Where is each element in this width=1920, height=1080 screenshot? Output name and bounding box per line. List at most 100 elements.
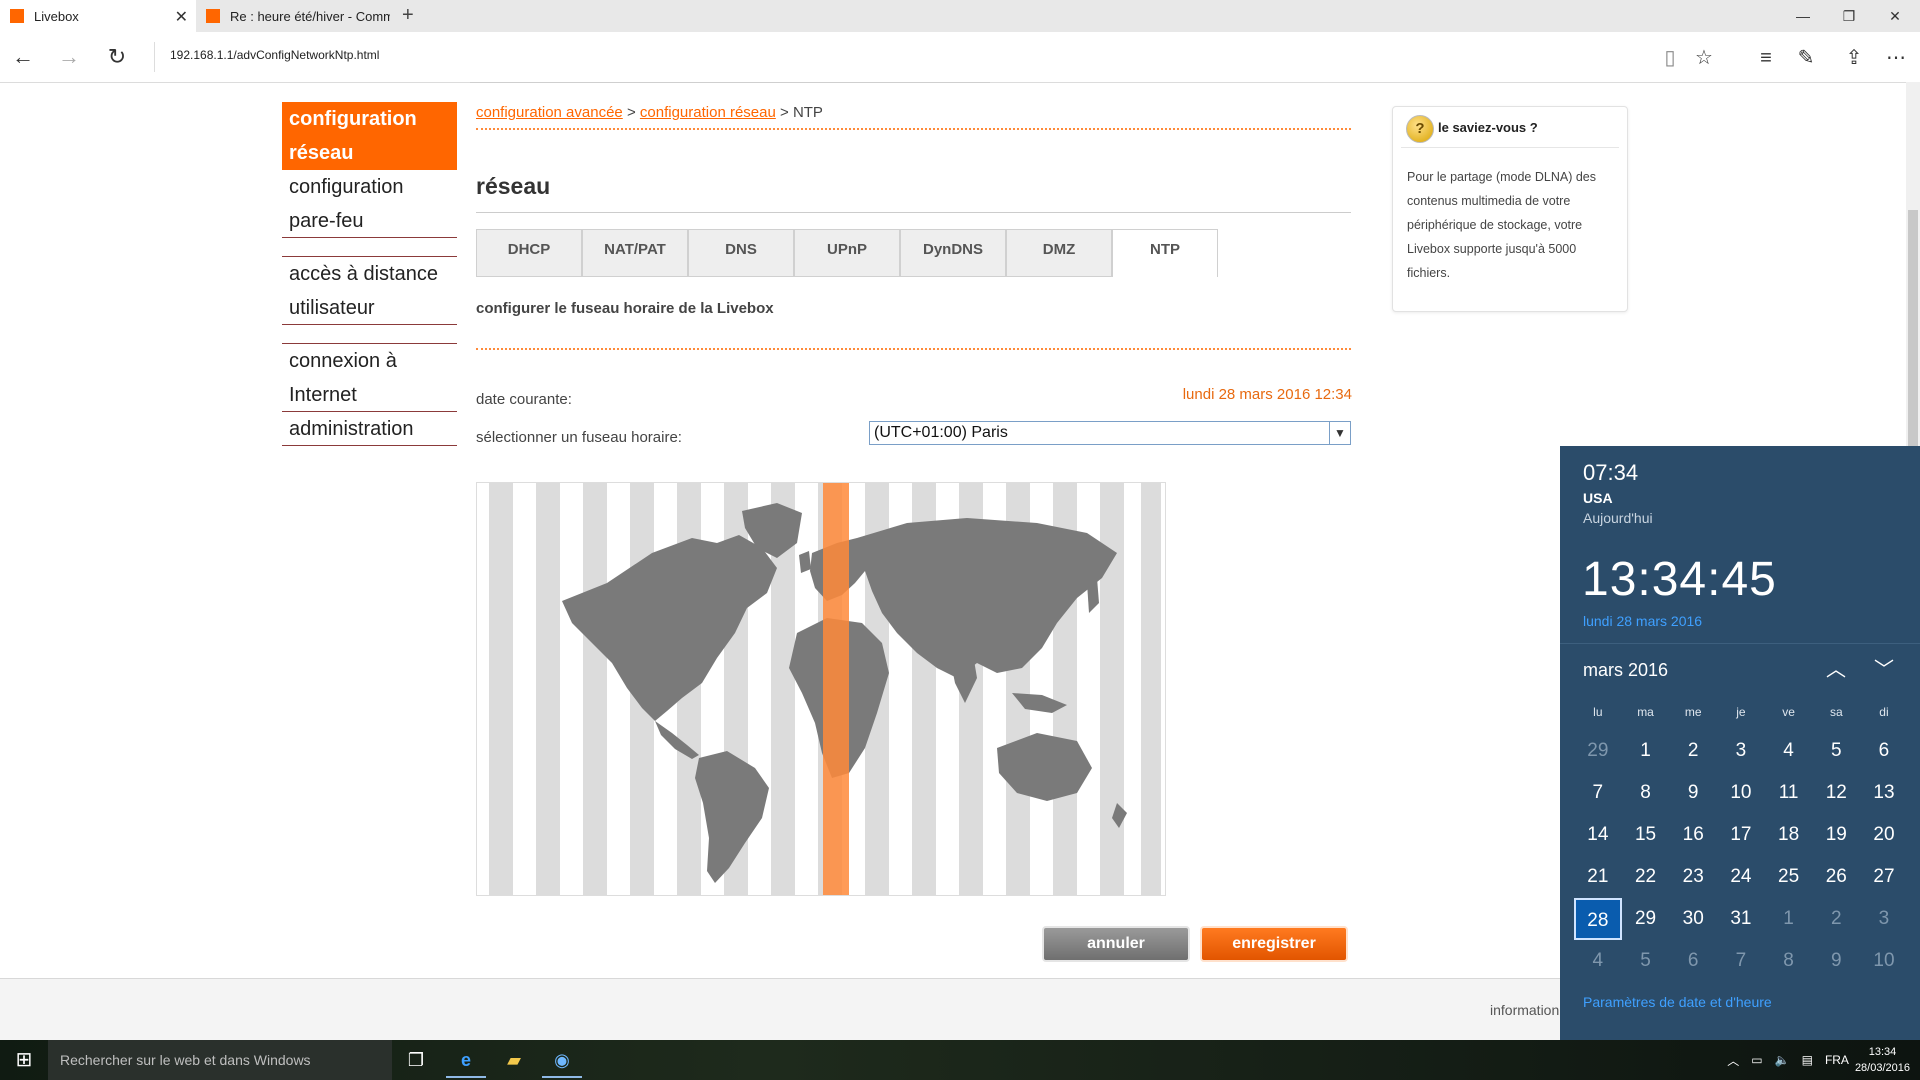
calendar-day[interactable]: 11 <box>1765 772 1813 814</box>
timezone-world-map[interactable] <box>476 482 1166 896</box>
web-note-icon[interactable]: ✎ <box>1792 44 1820 72</box>
calendar-day[interactable]: 6 <box>1860 730 1908 772</box>
calendar-day[interactable]: 25 <box>1765 856 1813 898</box>
calendar-day[interactable]: 19 <box>1812 814 1860 856</box>
section-title: configurer le fuseau horaire de la Liveb… <box>476 300 774 317</box>
calendar-day[interactable]: 4 <box>1574 940 1622 982</box>
notifications-icon[interactable]: ▤ <box>1802 1053 1813 1067</box>
calendar-day[interactable]: 7 <box>1574 772 1622 814</box>
maximize-icon[interactable]: ❐ <box>1826 4 1872 28</box>
share-icon[interactable]: ⇪ <box>1840 44 1868 72</box>
calendar-day[interactable]: 6 <box>1669 940 1717 982</box>
mail-app-icon[interactable]: ◉ <box>542 1044 582 1078</box>
tab-dmz[interactable]: DMZ <box>1006 229 1112 277</box>
cancel-button[interactable]: annuler <box>1042 926 1190 962</box>
calendar-day[interactable]: 4 <box>1765 730 1813 772</box>
language-indicator[interactable]: FRA <box>1825 1053 1849 1067</box>
tab-ntp[interactable]: NTP <box>1112 229 1218 277</box>
calendar-day[interactable]: 3 <box>1717 730 1765 772</box>
calendar-day[interactable]: 30 <box>1669 898 1717 940</box>
calendar-day[interactable]: 7 <box>1717 940 1765 982</box>
calendar-day[interactable]: 12 <box>1812 772 1860 814</box>
calendar-day[interactable]: 31 <box>1717 898 1765 940</box>
nav-item-connexion-internet[interactable]: connexion à Internet <box>282 344 457 412</box>
minimize-icon[interactable]: — <box>1780 4 1826 28</box>
task-view-icon[interactable]: ❐ <box>396 1044 436 1076</box>
date-time-settings-link[interactable]: Paramètres de date et d'heure <box>1583 994 1772 1010</box>
calendar-day[interactable]: 5 <box>1622 940 1670 982</box>
windows-start-icon[interactable]: ⊞ <box>0 1040 48 1080</box>
calendar-day[interactable]: 9 <box>1812 940 1860 982</box>
volume-icon[interactable]: 🔈 <box>1775 1053 1790 1067</box>
favorite-star-icon[interactable]: ☆ <box>1690 44 1718 72</box>
calendar-day[interactable]: 5 <box>1812 730 1860 772</box>
new-tab-button[interactable]: + <box>402 4 414 27</box>
calendar-day[interactable]: 18 <box>1765 814 1813 856</box>
forward-arrow-icon[interactable]: → <box>54 42 84 72</box>
edge-browser-icon[interactable]: e <box>446 1044 486 1078</box>
tab-dhcp[interactable]: DHCP <box>476 229 582 277</box>
refresh-icon[interactable]: ↻ <box>102 42 132 72</box>
calendar-day[interactable]: 21 <box>1574 856 1622 898</box>
calendar-day[interactable]: 8 <box>1765 940 1813 982</box>
calendar-day[interactable]: 29 <box>1622 898 1670 940</box>
calendar-day[interactable]: 22 <box>1622 856 1670 898</box>
tip-text: Pour le partage (mode DLNA) des contenus… <box>1407 170 1596 280</box>
breadcrumb-link-configuration-reseau[interactable]: configuration réseau <box>640 104 776 121</box>
chevron-down-icon: ▼ <box>1329 422 1350 444</box>
taskbar-clock[interactable]: 13:34 28/03/2016 <box>1855 1044 1910 1076</box>
calendar-day[interactable]: 10 <box>1717 772 1765 814</box>
close-window-icon[interactable]: ✕ <box>1872 4 1918 28</box>
footer-information-link[interactable]: information <box>1490 1002 1559 1018</box>
main-clock-date[interactable]: lundi 28 mars 2016 <box>1583 613 1702 629</box>
nav-item-configuration-reseau[interactable]: configuration réseau <box>282 102 457 170</box>
calendar-day[interactable]: 9 <box>1669 772 1717 814</box>
calendar-day[interactable]: 13 <box>1860 772 1908 814</box>
nav-item-configuration-pare-feu[interactable]: configuration pare-feu <box>282 170 457 238</box>
calendar-day[interactable]: 14 <box>1574 814 1622 856</box>
more-icon[interactable]: ⋯ <box>1882 44 1910 72</box>
browser-tab-forum[interactable]: Re : heure été/hiver - Comm <box>196 0 396 32</box>
calendar-day[interactable]: 23 <box>1669 856 1717 898</box>
taskbar-search[interactable]: Rechercher sur le web et dans Windows <box>48 1040 392 1080</box>
calendar-day[interactable]: 16 <box>1669 814 1717 856</box>
calendar-day[interactable]: 10 <box>1860 940 1908 982</box>
browser-tab-livebox[interactable]: Livebox ✕ <box>0 0 196 32</box>
timezone-select[interactable]: (UTC+01:00) Paris ▼ <box>869 421 1351 445</box>
file-explorer-icon[interactable]: ▰ <box>494 1044 534 1076</box>
calendar-day[interactable]: 26 <box>1812 856 1860 898</box>
back-arrow-icon[interactable]: ← <box>8 42 38 72</box>
url-field[interactable]: 192.168.1.1/advConfigNetworkNtp.html <box>170 48 379 62</box>
scrollbar-thumb[interactable] <box>1908 210 1918 450</box>
calendar-day[interactable]: 1 <box>1765 898 1813 940</box>
save-button[interactable]: enregistrer <box>1200 926 1348 962</box>
calendar-day[interactable]: 20 <box>1860 814 1908 856</box>
calendar-day-selected[interactable]: 28 <box>1574 898 1622 940</box>
close-tab-icon[interactable]: ✕ <box>175 7 188 27</box>
nav-item-acces-distance[interactable]: accès à distance utilisateur <box>282 257 457 325</box>
calendar-day[interactable]: 2 <box>1669 730 1717 772</box>
tab-dns[interactable]: DNS <box>688 229 794 277</box>
chevron-down-icon[interactable]: ﹀ <box>1870 656 1898 684</box>
calendar-day[interactable]: 24 <box>1717 856 1765 898</box>
tab-dyndns[interactable]: DynDNS <box>900 229 1006 277</box>
calendar-day[interactable]: 27 <box>1860 856 1908 898</box>
clock-flyout: 07:34 USA Aujourd'hui 13:34:45 lundi 28 … <box>1560 446 1920 1040</box>
tab-nat-pat[interactable]: NAT/PAT <box>582 229 688 277</box>
hub-icon[interactable]: ≡ <box>1752 44 1780 72</box>
show-hidden-icons-icon[interactable]: ︿ <box>1727 1052 1739 1069</box>
tab-upnp[interactable]: UPnP <box>794 229 900 277</box>
breadcrumb-link-configuration-avancee[interactable]: configuration avancée <box>476 104 623 121</box>
calendar-day[interactable]: 29 <box>1574 730 1622 772</box>
calendar-day[interactable]: 3 <box>1860 898 1908 940</box>
calendar-day[interactable]: 2 <box>1812 898 1860 940</box>
calendar-month-label[interactable]: mars 2016 <box>1583 660 1668 681</box>
reading-view-icon[interactable]: ▯ <box>1656 44 1684 72</box>
network-icon[interactable]: ▭ <box>1751 1053 1762 1067</box>
calendar-day[interactable]: 15 <box>1622 814 1670 856</box>
calendar-day[interactable]: 1 <box>1622 730 1670 772</box>
calendar-day[interactable]: 17 <box>1717 814 1765 856</box>
nav-item-administration[interactable]: administration <box>282 412 457 446</box>
chevron-up-icon[interactable]: ︿ <box>1822 656 1850 684</box>
calendar-day[interactable]: 8 <box>1622 772 1670 814</box>
